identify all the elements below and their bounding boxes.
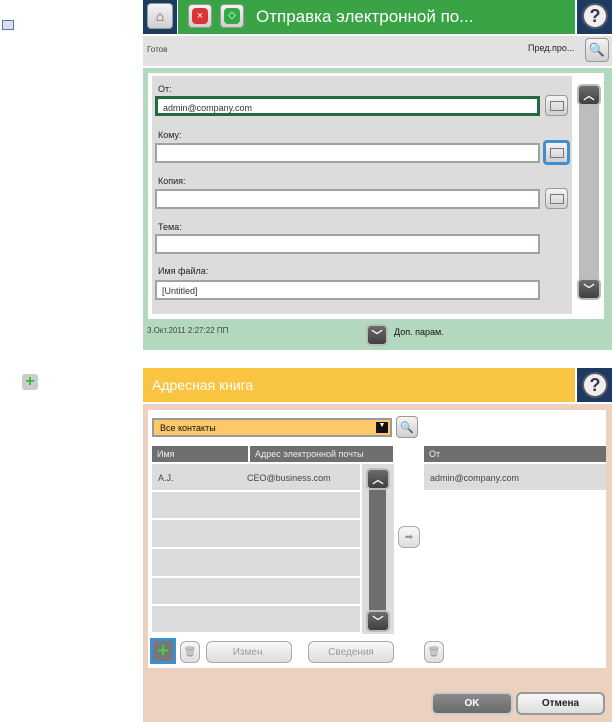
trash-icon: 🗑 (183, 646, 197, 658)
filter-value: Все контакты (160, 423, 216, 433)
preview-label: Пред.про... (528, 43, 575, 53)
help-button[interactable]: ? (582, 372, 608, 398)
delete-from-button[interactable]: 🗑 (424, 641, 444, 663)
to-field[interactable] (155, 143, 540, 163)
contact-name: A.J. (158, 473, 174, 483)
cancel-button[interactable]: Отмена (516, 692, 605, 715)
table-row[interactable] (152, 492, 360, 519)
help-button[interactable]: ? (582, 3, 608, 29)
addressbook-title: Адресная книга (152, 377, 254, 393)
search-button[interactable]: 🔍 (396, 416, 418, 438)
home-icon: ⌂ (155, 8, 165, 24)
book-icon (549, 100, 564, 111)
delete-contact-button[interactable]: 🗑 (180, 641, 200, 663)
to-addressbook-button[interactable] (543, 140, 570, 165)
book-icon (549, 147, 564, 158)
subject-label: Тема: (158, 222, 182, 232)
cc-field[interactable] (155, 189, 540, 209)
more-options-label[interactable]: Доп. парам. (394, 327, 444, 337)
subject-field[interactable] (155, 234, 540, 254)
add-contact-button[interactable]: + (150, 638, 176, 664)
details-button[interactable]: Сведения (308, 641, 394, 663)
from-addressbook-button[interactable] (545, 95, 568, 116)
start-icon: ◇ (224, 8, 240, 24)
scroll-up-button[interactable]: ︿ (577, 84, 601, 106)
column-header-email[interactable]: Адрес электронной почты (250, 446, 393, 462)
table-row[interactable] (152, 520, 360, 548)
filename-field[interactable]: [Untitled] (155, 280, 540, 300)
home-button[interactable]: ⌂ (147, 3, 173, 29)
ok-button[interactable]: OK (431, 692, 513, 715)
scroll-down-button[interactable]: ﹀ (577, 278, 601, 300)
plus-icon: + (157, 640, 169, 662)
from-label: От: (158, 84, 172, 94)
table-row[interactable]: A.J. CEO@business.com (152, 464, 360, 491)
contact-email: CEO@business.com (247, 473, 331, 483)
more-options-button[interactable]: ﹀ (366, 324, 388, 346)
scroll-down-button[interactable]: ﹀ (366, 610, 390, 632)
from-field[interactable]: admin@company.com (155, 96, 540, 116)
trash-icon: 🗑 (427, 646, 441, 658)
contacts-filter-dropdown[interactable]: Все контакты ▼ (152, 418, 392, 437)
to-label: Кому: (158, 130, 182, 140)
cc-label: Копия: (158, 176, 186, 186)
plus-icon: + (22, 374, 38, 390)
from-entry[interactable]: admin@company.com (424, 464, 606, 491)
stop-icon: × (192, 8, 208, 24)
search-icon: 🔍 (588, 42, 606, 57)
form-scrollbar[interactable] (579, 88, 599, 298)
search-icon: 🔍 (400, 421, 414, 434)
filename-label: Имя файла: (158, 266, 209, 276)
cc-addressbook-button[interactable] (545, 188, 568, 209)
arrow-right-icon: ➡ (404, 531, 414, 543)
datetime: 3.Окт.2011 2:27:22 ПП (147, 326, 229, 335)
dropdown-arrow-icon: ▼ (376, 422, 388, 433)
preview-button[interactable]: 🔍 (585, 38, 609, 62)
book-icon (2, 20, 14, 30)
book-icon (549, 193, 564, 204)
table-row[interactable] (152, 606, 360, 633)
table-row[interactable] (152, 549, 360, 577)
table-row[interactable] (152, 578, 360, 605)
status-text: Готов (147, 45, 168, 54)
scroll-up-button[interactable]: ︿ (366, 468, 390, 490)
scroll-track[interactable] (369, 490, 386, 610)
from-header: От (424, 446, 606, 462)
column-header-name[interactable]: Имя (152, 446, 248, 462)
page-title: Отправка электронной по... (256, 7, 474, 26)
stop-button[interactable]: × (188, 4, 212, 28)
start-button[interactable]: ◇ (220, 4, 244, 28)
add-to-from-button[interactable]: ➡ (398, 526, 420, 548)
edit-button[interactable]: Измен. (206, 641, 292, 663)
